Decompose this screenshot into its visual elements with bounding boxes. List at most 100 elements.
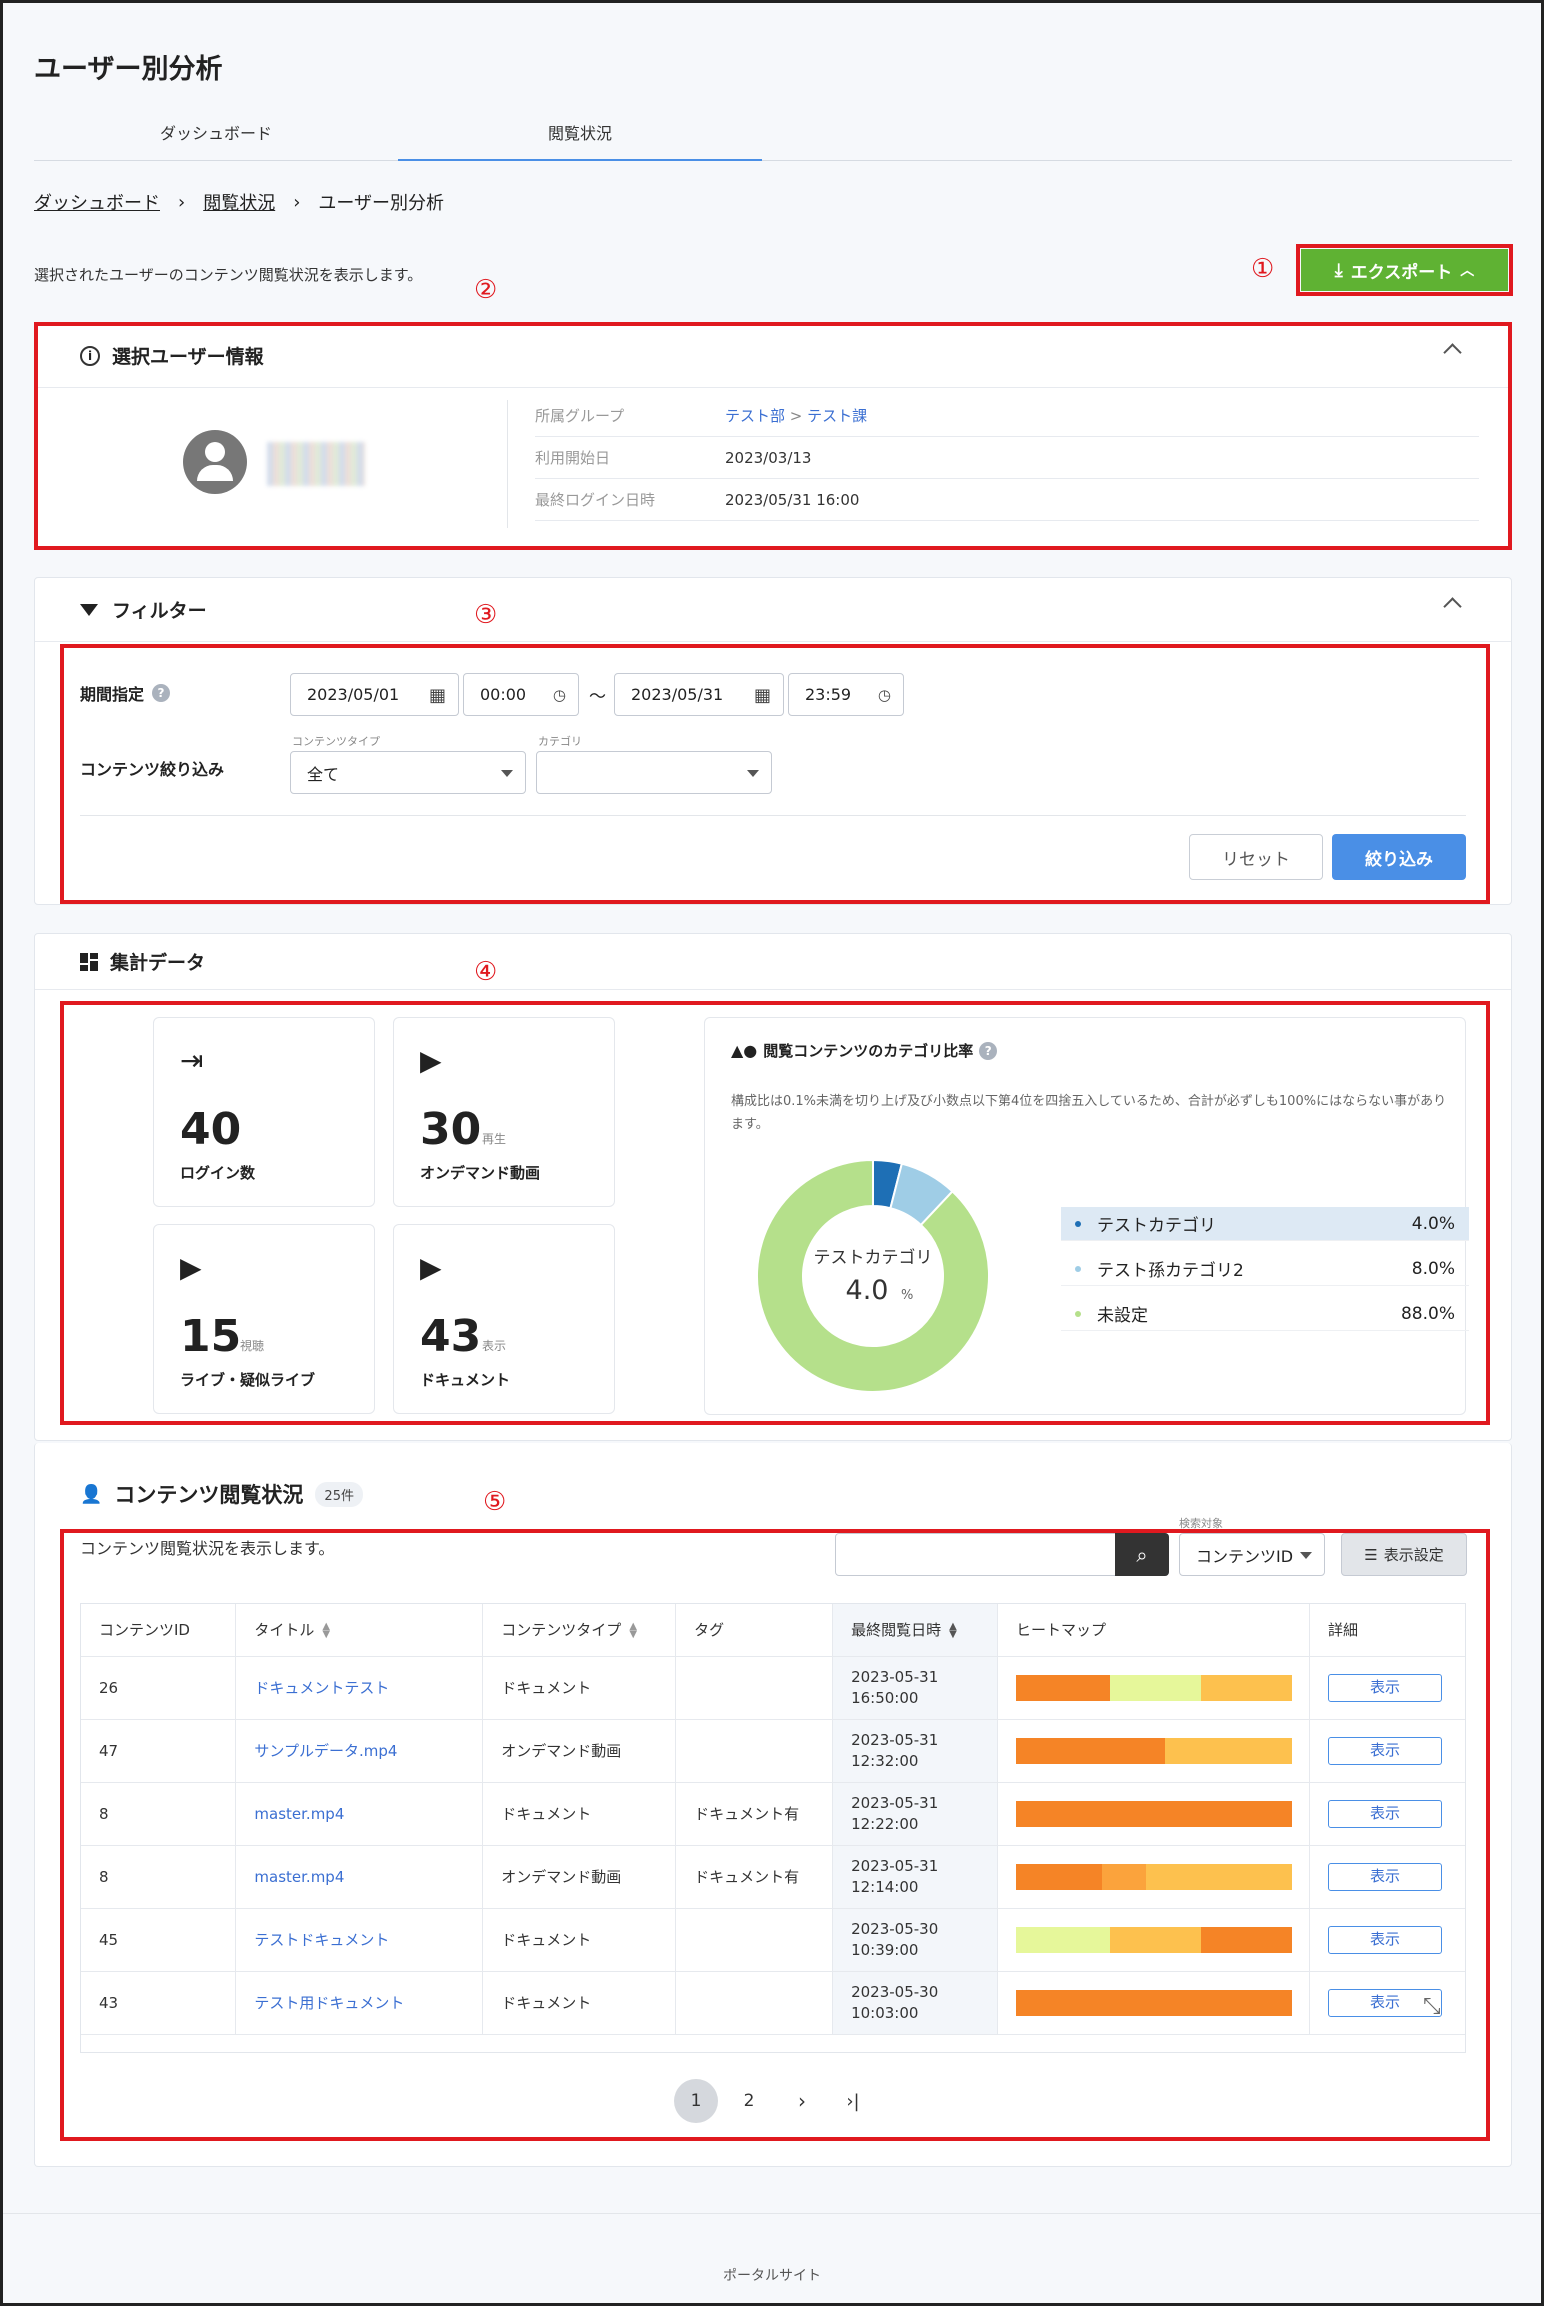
search-target-select[interactable]: コンテンツID: [1179, 1533, 1325, 1576]
avatar: [183, 430, 247, 494]
heatmap-segment: [1016, 1989, 1293, 2016]
heatmap-bar: [1016, 1737, 1292, 1764]
heatmap-bar: [1016, 1674, 1292, 1701]
content-title-link[interactable]: テストドキュメント: [254, 1931, 389, 1949]
person-icon: 👤: [80, 1483, 103, 1505]
cell-heatmap: [997, 1656, 1310, 1720]
breadcrumb-dashboard[interactable]: ダッシュボード: [34, 189, 160, 215]
start-date-field[interactable]: 2023/05/01 ▦: [290, 673, 459, 716]
show-detail-button[interactable]: 表示: [1328, 1799, 1442, 1828]
heatmap-segment: [1016, 1863, 1102, 1890]
annotation-4: ④: [474, 957, 498, 987]
show-detail-button[interactable]: 表示: [1328, 1736, 1442, 1765]
content-title-link[interactable]: テスト用ドキュメント: [254, 1994, 404, 2012]
export-button[interactable]: ⤓ エクスポート ︿: [1301, 249, 1508, 291]
last-login-value: 2023/05/31 16:00: [725, 490, 860, 509]
page-1-button[interactable]: 1: [674, 2079, 718, 2123]
last-viewed-time: 12:22:00: [851, 1814, 919, 1833]
end-time-field[interactable]: 23:59 ◷: [788, 673, 904, 716]
help-icon[interactable]: ?: [979, 1041, 998, 1060]
search-target-value: コンテンツID: [1196, 1546, 1294, 1566]
group-label: 所属グループ: [535, 407, 625, 425]
stat-caption: ライブ・疑似ライブ: [180, 1371, 316, 1389]
content-type-select[interactable]: 全て: [290, 751, 526, 794]
last-viewed-date: 2023-05-31: [851, 1667, 939, 1686]
user-info-header[interactable]: i 選択ユーザー情報: [35, 324, 1511, 388]
col-header-last-viewed[interactable]: 最終閲覧日時 ▲ ▼: [832, 1604, 999, 1657]
clock-icon[interactable]: ◷: [553, 686, 566, 704]
cell-content-type: ドキュメント: [482, 1971, 677, 2035]
heatmap-bar: [1016, 1863, 1292, 1890]
calendar-icon[interactable]: ▦: [429, 685, 446, 706]
col-header-title[interactable]: タイトル ▲ ▼: [235, 1604, 484, 1657]
heatmap-segment: [1145, 1863, 1292, 1890]
legend-item[interactable]: テスト孫カテゴリ2 8.0%: [1061, 1252, 1469, 1286]
stat-unit: 表示: [482, 1339, 507, 1353]
sort-icon[interactable]: ▲ ▼: [629, 1621, 637, 1639]
next-page-icon[interactable]: ›: [780, 2079, 824, 2123]
cell-detail: 表示: [1309, 1845, 1465, 1909]
show-detail-button[interactable]: 表示: [1328, 1925, 1442, 1954]
contents-card: 👤 コンテンツ閲覧状況 25件 コンテンツ閲覧状況を表示します。 ⌕ 検索対象 …: [34, 1443, 1512, 2167]
breadcrumb-separator-icon: ›: [293, 191, 301, 213]
end-date-field[interactable]: 2023/05/31 ▦: [614, 673, 784, 716]
col-header-content-id: コンテンツID: [81, 1604, 237, 1657]
shapes-icon: ▲●: [731, 1041, 758, 1060]
breadcrumb-viewing-status[interactable]: 閲覧状況: [203, 189, 275, 215]
cell-heatmap: [997, 1782, 1310, 1846]
show-detail-button[interactable]: 表示: [1328, 1673, 1442, 1702]
reset-button[interactable]: リセット: [1189, 834, 1323, 880]
content-title-link[interactable]: ドキュメントテスト: [254, 1679, 389, 1697]
heatmap-segment: [1200, 1926, 1292, 1953]
start-time-field[interactable]: 00:00 ◷: [463, 673, 579, 716]
group-link-dept[interactable]: テスト部: [725, 405, 785, 426]
category-select[interactable]: [536, 751, 772, 794]
display-settings-button[interactable]: ☰ 表示設定: [1341, 1533, 1467, 1576]
content-title-link[interactable]: master.mp4: [254, 1868, 344, 1886]
contents-description: コンテンツ閲覧状況を表示します。: [80, 1539, 335, 1558]
legend-item[interactable]: 未設定 88.0%: [1061, 1297, 1469, 1331]
page-2-button[interactable]: 2: [727, 2079, 771, 2123]
show-detail-button[interactable]: 表示: [1328, 1862, 1442, 1891]
stat-card-ondemand: ▶ 30 再生 オンデマンド動画: [393, 1017, 615, 1207]
tab-dashboard[interactable]: ダッシュボード: [34, 113, 398, 161]
last-page-icon[interactable]: ›|: [831, 2079, 875, 2123]
last-viewed-date: 2023-05-30: [851, 1919, 939, 1938]
user-info-title: 選択ユーザー情報: [112, 346, 264, 368]
footer-text: ポータルサイト: [723, 2268, 821, 2284]
group-link-section[interactable]: テスト課: [807, 405, 867, 426]
resize-icon[interactable]: ⤡: [1423, 1994, 1441, 2019]
last-viewed-time: 10:03:00: [851, 2003, 919, 2022]
content-title-link[interactable]: サンプルデータ.mp4: [254, 1742, 397, 1760]
cell-content-type: オンデマンド動画: [482, 1845, 677, 1909]
calendar-icon[interactable]: ▦: [754, 685, 771, 706]
sort-icon[interactable]: ▲ ▼: [949, 1621, 957, 1639]
stat-caption: ドキュメント: [420, 1371, 511, 1389]
group-separator: >: [785, 406, 808, 425]
start-date-label: 利用開始日: [535, 449, 611, 467]
cell-content-type: ドキュメント: [482, 1908, 677, 1972]
table-row: 47 サンプルデータ.mp4 オンデマンド動画 2023-05-31 12:32:00 表…: [81, 1719, 1465, 1783]
annotation-1: ①: [1251, 254, 1275, 284]
sort-icon[interactable]: ▲ ▼: [322, 1621, 330, 1639]
filter-icon: [80, 603, 98, 616]
search-button[interactable]: ⌕: [1115, 1533, 1169, 1576]
stat-value: 15: [180, 1311, 242, 1362]
col-header-heatmap: ヒートマップ: [997, 1604, 1310, 1657]
tab-viewing-status[interactable]: 閲覧状況: [398, 113, 762, 161]
col-header-content-type[interactable]: コンテンツタイプ ▲ ▼: [482, 1604, 677, 1657]
clock-icon[interactable]: ◷: [878, 686, 891, 704]
filter-header[interactable]: フィルター: [35, 578, 1511, 642]
col-header-detail: 詳細: [1309, 1604, 1465, 1657]
play-icon: ▶: [420, 1251, 442, 1284]
cell-content-id: 26: [81, 1656, 237, 1720]
contents-header: 👤 コンテンツ閲覧状況 25件: [80, 1479, 363, 1509]
content-title-link[interactable]: master.mp4: [254, 1805, 344, 1823]
info-row-group: 所属グループ テスト部 > テスト課: [535, 395, 1479, 437]
cell-last-viewed: 2023-05-31 12:14:00: [832, 1845, 999, 1909]
apply-filter-button[interactable]: 絞り込み: [1332, 834, 1466, 880]
pie-note: 構成比は0.1%未満を切り上げ及び小数点以下第4位を四捨五入しているため、合計が…: [731, 1094, 1447, 1132]
legend-item[interactable]: テストカテゴリ 4.0%: [1061, 1207, 1469, 1241]
period-row-label: 期間指定 ?: [80, 681, 171, 705]
help-icon[interactable]: ?: [152, 684, 171, 702]
